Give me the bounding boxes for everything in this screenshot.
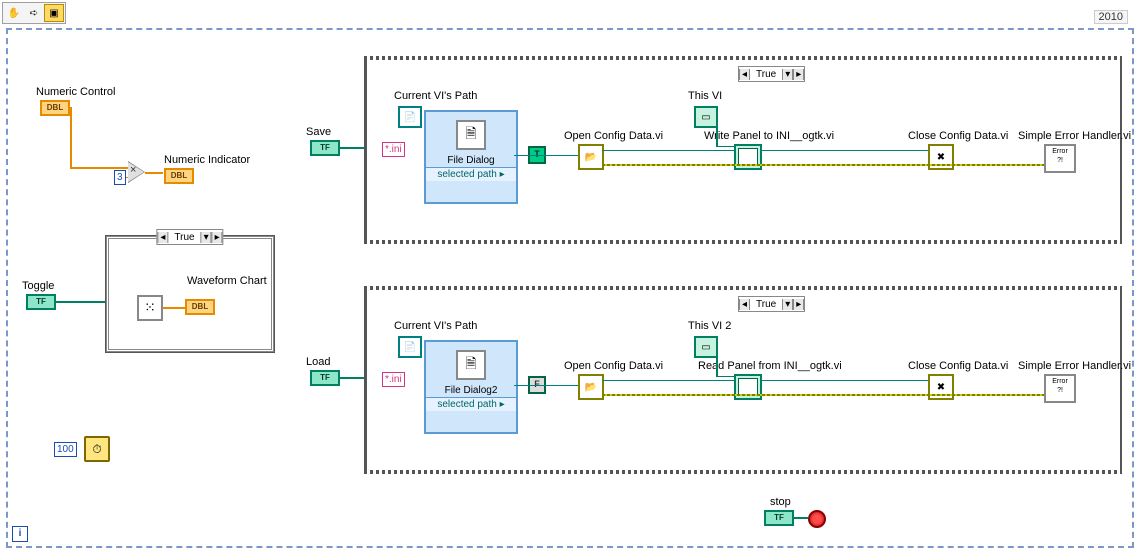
numeric-control-terminal[interactable]: DBL (40, 100, 70, 116)
this-vi-2-label: This VI 2 (688, 320, 731, 332)
write-panel-subvi (734, 144, 762, 170)
file-dialog-1: 🗎 File Dialog selected path ▸ (424, 110, 518, 204)
selected-path-output-2: selected path ▸ (426, 397, 516, 411)
error-handler-1-label: Simple Error Handler.vi (1018, 130, 1131, 142)
error-handler-1-subvi (1044, 144, 1076, 173)
load-case-next-icon[interactable]: ▸ (793, 299, 804, 310)
save-case-next-icon[interactable]: ▸ (793, 69, 804, 80)
save-label: Save (306, 126, 331, 138)
file-dialog-1-icon: 🗎 (456, 120, 486, 150)
file-dialog-1-title: File Dialog (426, 154, 516, 167)
close-config-1-label: Close Config Data.vi (908, 130, 1008, 142)
while-loop: 2010 i Numeric Control DBL 3 Numeric Ind… (6, 28, 1134, 548)
stop-condition-icon (808, 510, 826, 528)
open-config-2-subvi: 📂 (578, 374, 604, 400)
open-config-1-subvi: 📂 (578, 144, 604, 170)
this-vi-1-label: This VI (688, 90, 722, 102)
read-panel-subvi (734, 374, 762, 400)
load-case-dd-icon[interactable]: ▾ (782, 299, 793, 310)
file-dialog-2-icon: 🗎 (456, 350, 486, 380)
open-config-1-label: Open Config Data.vi (564, 130, 663, 142)
arrow-tool-icon[interactable]: ➪ (24, 4, 44, 22)
current-vi-path-1-label: Current VI's Path (394, 90, 477, 102)
tool-palette: ✋ ➪ ▣ (2, 2, 66, 24)
multiply-node (128, 162, 144, 182)
close-config-2-subvi: ✖ (928, 374, 954, 400)
case-next-icon[interactable]: ▾ (201, 232, 212, 243)
pan-tool-icon[interactable]: ✋ (4, 4, 24, 22)
case-selector-load[interactable]: ◂ True ▾ ▸ (738, 296, 805, 312)
stop-label: stop (770, 496, 791, 508)
case-selector-toggle[interactable]: ◂ True ▾ ▸ (156, 229, 223, 245)
write-panel-label: Write Panel to INI__ogtk.vi (704, 130, 834, 142)
waveform-chart-terminal[interactable]: DBL (185, 299, 215, 315)
load-label: Load (306, 356, 330, 368)
ini-extension-1[interactable]: *.ini (382, 142, 405, 157)
waveform-chart-label: Waveform Chart (187, 275, 267, 287)
error-handler-2-label: Simple Error Handler.vi (1018, 360, 1131, 372)
case-prev-icon[interactable]: ◂ (157, 232, 168, 243)
save-case-dd-icon[interactable]: ▾ (782, 69, 793, 80)
current-vi-path-1-icon: 📄 (398, 106, 422, 128)
file-dialog-2-title: File Dialog2 (426, 384, 516, 397)
load-terminal[interactable]: TF (310, 370, 340, 386)
numeric-indicator-terminal[interactable]: DBL (164, 168, 194, 184)
toggle-label: Toggle (22, 280, 54, 292)
file-dialog-2: 🗎 File Dialog2 selected path ▸ (424, 340, 518, 434)
close-config-1-subvi: ✖ (928, 144, 954, 170)
open-config-2-label: Open Config Data.vi (564, 360, 663, 372)
multiply-constant[interactable]: 3 (114, 170, 126, 185)
current-vi-path-2-label: Current VI's Path (394, 320, 477, 332)
ini-extension-2[interactable]: *.ini (382, 372, 405, 387)
save-case-prev-icon[interactable]: ◂ (739, 69, 750, 80)
numeric-control-label: Numeric Control (36, 86, 115, 98)
numeric-indicator-label: Numeric Indicator (164, 154, 250, 166)
save-terminal[interactable]: TF (310, 140, 340, 156)
wait-ms-constant[interactable]: 100 (54, 442, 77, 457)
toggle-terminal[interactable]: TF (26, 294, 56, 310)
toggle-case-structure: ◂ True ▾ ▸ Waveform Chart DBL (106, 236, 274, 352)
load-case-prev-icon[interactable]: ◂ (739, 299, 750, 310)
stop-terminal[interactable]: TF (764, 510, 794, 526)
save-sequence-frame: ◂ True ▾ ▸ Current VI's Path 📄 *.ini 🗎 F… (364, 56, 1122, 244)
case-next2-icon[interactable]: ▸ (212, 232, 223, 243)
current-vi-path-2-icon: 📄 (398, 336, 422, 358)
probe-tool-icon[interactable]: ▣ (44, 4, 64, 22)
this-vi-ref-1: ▭ (694, 106, 718, 128)
close-config-2-label: Close Config Data.vi (908, 360, 1008, 372)
version-badge: 2010 (1094, 10, 1128, 24)
random-number-node (137, 295, 163, 321)
error-handler-2-subvi (1044, 374, 1076, 403)
wait-ms-timer-icon: ⏱ (84, 436, 110, 462)
read-panel-label: Read Panel from INI__ogtk.vi (698, 360, 842, 372)
selected-path-output-1: selected path ▸ (426, 167, 516, 181)
load-sequence-frame: ◂ True ▾ ▸ Current VI's Path 📄 *.ini 🗎 F… (364, 286, 1122, 474)
loop-iteration-terminal: i (12, 526, 28, 542)
case-selector-save[interactable]: ◂ True ▾ ▸ (738, 66, 805, 82)
this-vi-ref-2: ▭ (694, 336, 718, 358)
